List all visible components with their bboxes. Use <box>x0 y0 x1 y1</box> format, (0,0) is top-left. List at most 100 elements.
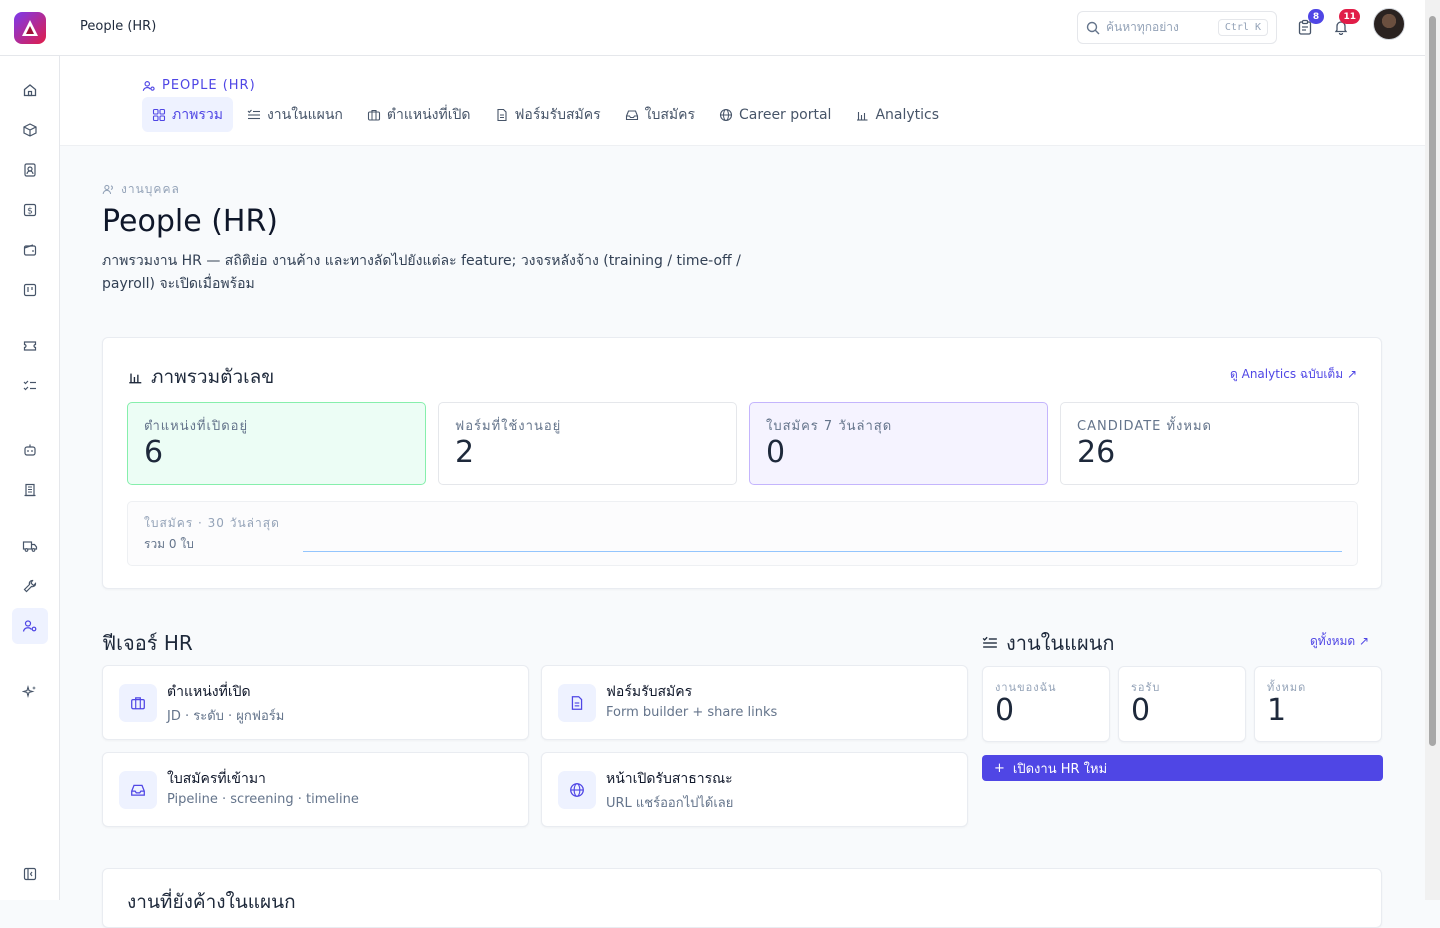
sparkline-total: รวม 0 ใบ <box>144 537 194 551</box>
sidebar-item-home[interactable] <box>12 72 48 108</box>
sidebar-item-bot[interactable] <box>12 432 48 468</box>
briefcase-icon <box>367 109 380 121</box>
file-text-icon <box>558 684 596 722</box>
scrollbar[interactable] <box>1425 0 1440 900</box>
sidebar-collapse-toggle[interactable] <box>12 856 48 892</box>
pending-tasks-title: งานที่ยังค้างในแผนก <box>127 891 296 913</box>
sidebar-item-ai[interactable] <box>12 674 48 710</box>
stat-pending[interactable]: รอรับ 0 <box>1118 666 1246 742</box>
stat-my-tasks[interactable]: งานของฉัน 0 <box>982 666 1110 742</box>
sidebar: $ <box>0 56 60 900</box>
tab-analytics[interactable]: Analytics <box>845 97 949 132</box>
sidebar-item-building[interactable] <box>12 472 48 508</box>
breadcrumb: งานบุคคล <box>102 180 180 199</box>
sidebar-item-delivery[interactable] <box>12 528 48 564</box>
feature-card-applications[interactable]: ใบสมัครที่เข้ามา Pipeline · screening · … <box>102 752 529 827</box>
avatar[interactable] <box>1373 8 1405 40</box>
dollar-icon: $ <box>23 203 37 217</box>
applications-sparkline: ใบสมัคร · 30 วันล่าสุด รวม 0 ใบ <box>127 501 1358 566</box>
file-text-icon <box>496 108 507 121</box>
sidebar-item-board[interactable] <box>12 272 48 308</box>
stat-label: ฟอร์มที่ใช้งานอยู่ <box>455 419 562 434</box>
bar-chart-icon <box>129 373 142 384</box>
sparkles-icon <box>22 684 36 699</box>
home-icon <box>23 84 37 97</box>
breadcrumb-text: งานบุคคล <box>121 182 180 196</box>
stat-value: 1 <box>1267 693 1287 728</box>
wallet-icon <box>23 244 37 256</box>
tab-label: ภาพรวม <box>172 106 223 123</box>
tab-label: Analytics <box>875 106 940 123</box>
view-all-tasks-link[interactable]: ดูทั้งหมด ↗ <box>1310 632 1369 651</box>
stat-open-positions[interactable]: ตำแหน่งที่เปิดอยู่ 6 <box>127 402 426 485</box>
ticket-icon <box>23 341 37 351</box>
dept-tasks-heading: งานในแผนก <box>982 627 1115 659</box>
sidebar-item-finance[interactable]: $ <box>12 192 48 228</box>
overview-title: ภาพรวมตัวเลข <box>151 366 275 388</box>
tab-application-forms[interactable]: ฟอร์มรับสมัคร <box>485 97 611 132</box>
wrench-icon <box>23 579 37 593</box>
new-hr-task-button[interactable]: + เปิดงาน HR ใหม่ <box>982 755 1383 781</box>
sidebar-item-contacts[interactable] <box>12 152 48 188</box>
search-placeholder: ค้นหาทุกอย่าง <box>1106 20 1179 34</box>
sparkline-line <box>303 551 1342 552</box>
stat-label: ตำแหน่งที่เปิดอยู่ <box>144 419 249 434</box>
new-hr-task-label: เปิดงาน HR ใหม่ <box>1012 761 1108 777</box>
scrollbar-thumb[interactable] <box>1429 16 1436 746</box>
users-cog-icon <box>22 620 37 632</box>
feature-card-positions[interactable]: ตำแหน่งที่เปิด JD · ระดับ · ผูกฟอร์ม <box>102 665 529 740</box>
tab-label: Career portal <box>739 106 832 123</box>
section-label: PEOPLE (HR) <box>142 78 256 93</box>
feature-title: หน้าเปิดรับสาธารณะ <box>606 771 733 787</box>
section-label-text: PEOPLE (HR) <box>162 78 256 93</box>
main-content: งานบุคคล People (HR) ภาพรวมงาน HR — สถิต… <box>60 146 1425 928</box>
feature-title: ใบสมัครที่เข้ามา <box>167 771 266 787</box>
sidebar-item-products[interactable] <box>12 112 48 148</box>
panel-left-icon <box>23 867 37 881</box>
feature-subtitle: JD · ระดับ · ผูกฟอร์ม <box>167 709 285 724</box>
tab-applications[interactable]: ใบสมัคร <box>615 97 705 132</box>
feature-card-forms[interactable]: ฟอร์มรับสมัคร Form builder + share links <box>541 665 968 740</box>
tab-open-positions[interactable]: ตำแหน่งที่เปิด <box>357 97 481 132</box>
notifications-button[interactable]: 11 <box>1330 9 1360 38</box>
plus-icon: + <box>994 760 1005 776</box>
overview-heading: ภาพรวมตัวเลข <box>127 362 274 392</box>
overview-card: ภาพรวมตัวเลข ดู Analytics ฉบับเต็ม ↗ ตำแ… <box>102 337 1382 589</box>
stat-all-tasks[interactable]: ทั้งหมด 1 <box>1254 666 1382 742</box>
sub-navigation: PEOPLE (HR) ภาพรวม งานในแผนก ตำแหน่งที่เ… <box>60 56 1425 146</box>
tab-bar: ภาพรวม งานในแผนก ตำแหน่งที่เปิด ฟอร์มรับ… <box>142 97 949 132</box>
grid-icon <box>152 108 166 121</box>
tasks-badge: 8 <box>1308 9 1324 24</box>
tab-career-portal[interactable]: Career portal <box>709 97 841 132</box>
notifications-badge: 11 <box>1339 9 1360 24</box>
sidebar-item-people-hr[interactable] <box>12 608 48 644</box>
stat-value: 2 <box>455 435 475 470</box>
stat-value: 6 <box>144 435 164 470</box>
stat-active-forms[interactable]: ฟอร์มที่ใช้งานอยู่ 2 <box>438 402 737 485</box>
stat-value: 26 <box>1077 435 1116 470</box>
sidebar-item-tasks[interactable] <box>12 368 48 404</box>
feature-title: ฟอร์มรับสมัคร <box>606 684 693 700</box>
svg-text:$: $ <box>27 207 33 217</box>
stat-value: 0 <box>1131 693 1151 728</box>
stat-applications-7d[interactable]: ใบสมัคร 7 วันล่าสุด 0 <box>749 402 1048 485</box>
search-input[interactable]: ค้นหาทุกอย่าง Ctrl K <box>1077 11 1277 44</box>
tasks-button[interactable]: 8 <box>1294 9 1324 38</box>
view-analytics-link[interactable]: ดู Analytics ฉบับเต็ม ↗ <box>1230 365 1357 384</box>
tab-label: ฟอร์มรับสมัคร <box>514 106 601 123</box>
users-cog-icon <box>142 80 155 91</box>
page-header-title: People (HR) <box>80 19 157 34</box>
app-logo[interactable] <box>14 12 46 44</box>
feature-card-public-page[interactable]: หน้าเปิดรับสาธารณะ URL แชร์ออกไปได้เลย <box>541 752 968 827</box>
tab-overview[interactable]: ภาพรวม <box>142 97 233 132</box>
feature-subtitle: Pipeline · screening · timeline <box>167 792 359 807</box>
tab-dept-tasks[interactable]: งานในแผนก <box>237 97 353 132</box>
tab-label: ใบสมัคร <box>644 106 696 123</box>
stat-candidates[interactable]: CANDIDATE ทั้งหมด 26 <box>1060 402 1359 485</box>
sidebar-item-tickets[interactable] <box>12 328 48 364</box>
sidebar-item-wallet[interactable] <box>12 232 48 268</box>
robot-icon <box>24 444 36 456</box>
building-icon <box>24 483 36 497</box>
bar-chart-icon <box>857 111 868 121</box>
sidebar-item-tools[interactable] <box>12 568 48 604</box>
